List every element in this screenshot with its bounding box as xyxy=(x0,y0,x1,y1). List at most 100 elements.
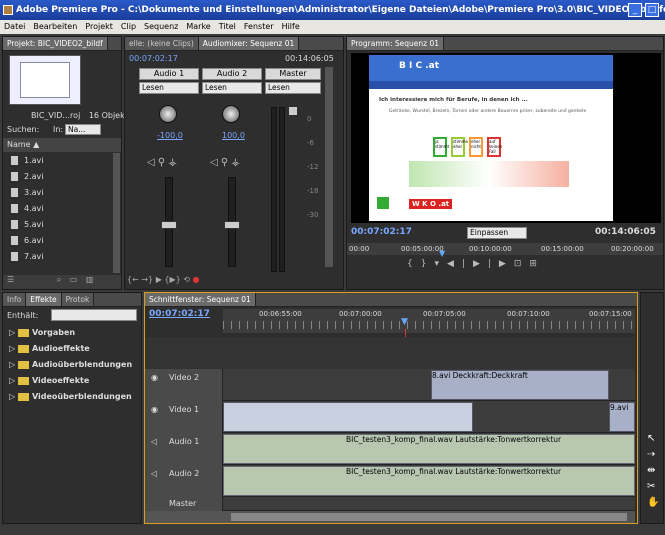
bin-icon[interactable]: ▭ xyxy=(70,275,78,284)
track-header-audio2[interactable]: ◁ Audio 2 xyxy=(145,465,223,497)
go-out-icon[interactable]: →} xyxy=(141,275,153,284)
effects-folder-audio-transitions[interactable]: ▷ Audioüberblendungen xyxy=(5,357,135,373)
clip-audio1-wav[interactable]: BIC_testen3_komp_final.wav Lautstärke:To… xyxy=(223,434,635,464)
web-subline: Getränke, Wurstel, Brezeln, Torroni oder… xyxy=(389,109,587,114)
export-frame-icon[interactable]: ⊞ xyxy=(529,259,545,269)
mark-in-icon[interactable]: { xyxy=(407,259,421,269)
play-button[interactable]: ▶ xyxy=(473,259,488,269)
audio1-mute-icon[interactable]: ◁ ⚲ ⚶ xyxy=(147,157,177,168)
track-header-video2[interactable]: ◉ Video 2 xyxy=(145,369,223,401)
effects-folder-presets[interactable]: ▷ Vorgaben xyxy=(5,325,135,341)
audio2-mode-dropdown[interactable]: Lesen xyxy=(202,82,262,94)
menu-clip[interactable]: Clip xyxy=(121,22,136,31)
razor-tool-icon[interactable]: ✂ xyxy=(647,479,659,495)
clip-icon xyxy=(11,188,18,197)
list-item[interactable]: 3.avi xyxy=(3,185,111,201)
audio1-pan-value[interactable]: -100,0 xyxy=(157,131,183,140)
go-in-icon[interactable]: {← xyxy=(127,275,139,284)
lift-icon[interactable]: ⊡ xyxy=(514,259,530,269)
play-in-out-icon[interactable]: {▶} xyxy=(164,275,180,284)
hand-tool-icon[interactable]: ✋ xyxy=(647,495,659,511)
effects-folder-audio-effects[interactable]: ▷ Audioeffekte xyxy=(5,341,135,357)
loop-icon[interactable]: ⟲ xyxy=(183,275,190,284)
timeline-panel: Schnittfenster: Sequenz 01 00:07:02:17 0… xyxy=(144,292,638,524)
play-icon[interactable]: ▶ xyxy=(156,275,162,284)
program-current-time[interactable]: 00:07:02:17 xyxy=(351,227,412,237)
mixer-scrollbar[interactable] xyxy=(325,67,333,267)
tab-effects[interactable]: Effekte xyxy=(26,293,62,306)
name-column-header[interactable]: Name ▲ xyxy=(3,138,121,152)
audio1-pan-knob[interactable] xyxy=(159,105,177,123)
menu-fenster[interactable]: Fenster xyxy=(244,22,274,31)
audio2-fader-handle[interactable] xyxy=(224,221,240,229)
clip-video1-previous[interactable] xyxy=(223,402,473,432)
effects-search-input[interactable] xyxy=(51,309,137,321)
list-view-icon[interactable]: ☰ xyxy=(7,275,14,284)
audio1-fader-handle[interactable] xyxy=(161,221,177,229)
menu-bearbeiten[interactable]: Bearbeiten xyxy=(33,22,77,31)
clip-audio2-wav[interactable]: BIC_testen3_komp_final.wav Lautstärke:To… xyxy=(223,466,635,496)
tab-timeline[interactable]: Schnittfenster: Sequenz 01 xyxy=(145,293,256,306)
list-item[interactable]: 5.avi xyxy=(3,217,111,233)
master-fader-handle[interactable] xyxy=(289,107,297,115)
audio1-mode-dropdown[interactable]: Lesen xyxy=(139,82,199,94)
tab-audio-mixer[interactable]: Audiomixer: Sequenz 01 xyxy=(198,37,300,50)
timeline-zoom-scrollbar[interactable] xyxy=(145,511,635,523)
record-icon[interactable]: ● xyxy=(193,275,200,284)
menu-titel[interactable]: Titel xyxy=(219,22,236,31)
maximize-button[interactable]: □ xyxy=(645,3,659,17)
ripple-edit-tool-icon[interactable]: ⇹ xyxy=(647,463,659,479)
effects-folder-video-transitions[interactable]: ▷ Videoüberblendungen xyxy=(5,389,135,405)
program-ruler[interactable]: 00:00 00:05:00:00 00:10:00:00 00:15:00:0… xyxy=(347,243,663,255)
effects-folder-video-effects[interactable]: ▷ Videoeffekte xyxy=(5,373,135,389)
program-viewer[interactable]: B I C .at Ich interessiere mich für Beru… xyxy=(351,53,661,223)
find-icon[interactable]: ⌕ xyxy=(57,275,61,284)
program-playhead[interactable]: ▼ xyxy=(439,249,445,258)
tab-program[interactable]: Programm: Sequenz 01 xyxy=(347,37,444,50)
tab-history[interactable]: Protok xyxy=(61,293,95,306)
track-header-audio1[interactable]: ◁ Audio 1 xyxy=(145,433,223,465)
step-forward-icon[interactable]: |▶ xyxy=(488,259,514,269)
list-item[interactable]: 6.avi xyxy=(3,233,111,249)
tab-source[interactable]: elle: (keine Clips) xyxy=(125,37,199,50)
list-item[interactable]: 4.avi xyxy=(3,201,111,217)
list-item[interactable]: 2.avi xyxy=(3,169,111,185)
minimize-button[interactable]: _ xyxy=(628,3,642,17)
project-scrollbar[interactable] xyxy=(113,153,120,273)
timeline-ruler[interactable]: 00:06:55:00 00:07:00:00 00:07:05:00 00:0… xyxy=(223,309,635,333)
selection-tool-icon[interactable]: ↖ xyxy=(647,431,659,447)
mark-out-icon[interactable]: } xyxy=(421,259,435,269)
list-item[interactable]: 1.avi xyxy=(3,153,111,169)
menu-sequenz[interactable]: Sequenz xyxy=(144,22,178,31)
menu-bar: Datei Bearbeiten Projekt Clip Sequenz Marke Ti… xyxy=(0,20,665,34)
fit-dropdown[interactable]: Einpassen xyxy=(467,227,527,239)
menu-marke[interactable]: Marke xyxy=(186,22,210,31)
menu-hilfe[interactable]: Hilfe xyxy=(282,22,300,31)
tab-project[interactable]: Projekt: BIC_VIDEO2_bildf xyxy=(3,37,108,50)
clip-9avi[interactable]: 9.avi xyxy=(609,402,635,432)
folder-icon xyxy=(17,344,29,353)
tab-info[interactable]: Info xyxy=(3,293,27,306)
window-title: Adobe Premiere Pro - C:\Dokumente und Ei… xyxy=(16,5,665,15)
audio2-pan-knob[interactable] xyxy=(222,105,240,123)
step-back-icon[interactable]: ◀| xyxy=(447,259,473,269)
marker-icon[interactable]: ▾ xyxy=(434,259,447,269)
track-audio1: ◁ Audio 1 BIC_testen3_komp_final.wav Lau… xyxy=(145,433,635,465)
audio2-mute-icon[interactable]: ◁ ⚲ ⚶ xyxy=(210,157,240,168)
audio2-pan-value[interactable]: 100,0 xyxy=(222,131,245,140)
timeline-playhead[interactable]: ▼ xyxy=(401,317,408,327)
track-header-master[interactable]: Master xyxy=(145,497,223,511)
trash-icon[interactable]: ▥ xyxy=(86,275,94,284)
timeline-current-time[interactable]: 00:07:02:17 xyxy=(149,309,210,319)
clip-8avi[interactable]: 8.avi Deckkraft:Deckkraft xyxy=(431,370,609,400)
speaker-icon: ◁ xyxy=(151,469,158,478)
list-item[interactable]: 7.avi xyxy=(3,249,111,265)
web-header: B I C .at xyxy=(369,55,613,81)
master-mode-dropdown[interactable]: Lesen xyxy=(265,82,321,94)
menu-datei[interactable]: Datei xyxy=(4,22,25,31)
in-dropdown[interactable]: Na... xyxy=(65,124,101,135)
track-header-video1[interactable]: ◉ Video 1 xyxy=(145,401,223,433)
premiere-app-icon[interactable] xyxy=(3,5,13,15)
menu-projekt[interactable]: Projekt xyxy=(85,22,113,31)
track-select-tool-icon[interactable]: ⇢ xyxy=(647,447,659,463)
